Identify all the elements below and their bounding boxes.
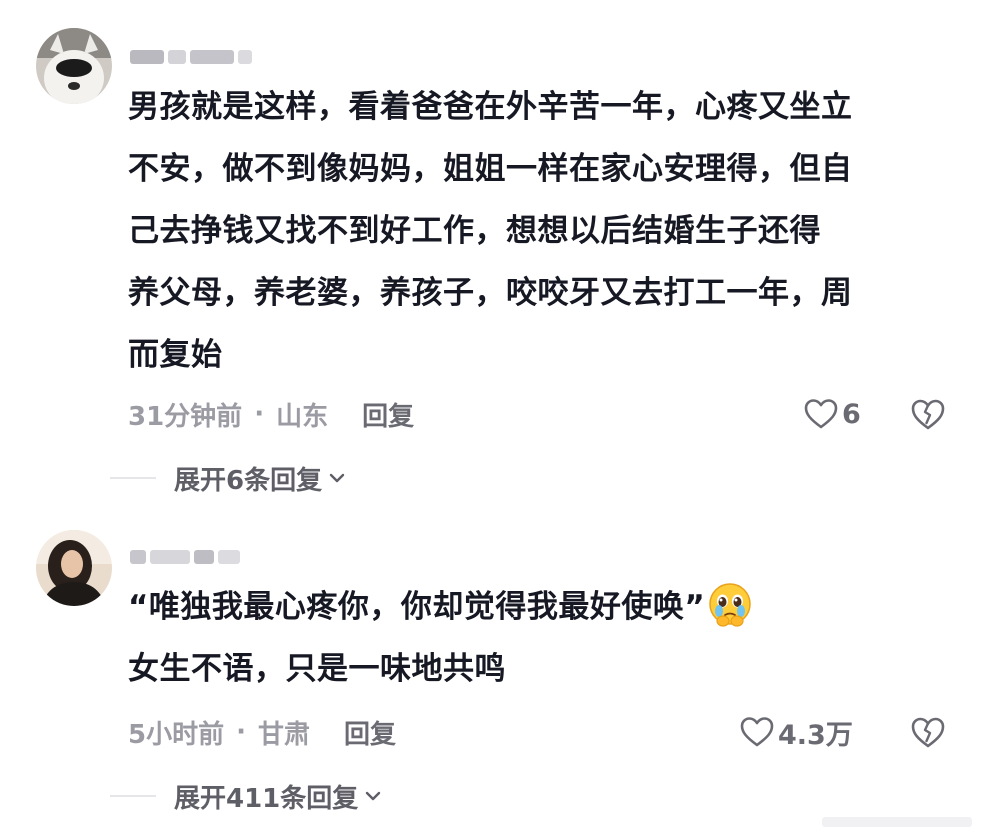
divider-line xyxy=(110,795,156,797)
reply-button[interactable]: 回复 xyxy=(362,396,414,433)
reply-button[interactable]: 回复 xyxy=(344,714,396,751)
comment-text-line: 养父母，养老婆，养孩子，咬咬牙又去打工一年，周 xyxy=(128,275,853,311)
broken-heart-icon[interactable] xyxy=(910,396,946,432)
username-redacted[interactable] xyxy=(130,544,240,570)
expand-replies-button[interactable]: 展开411条回复 xyxy=(110,776,384,816)
comment-text-line: 女生不语，只是一味地共鸣 xyxy=(128,651,506,687)
like-count: 4.3万 xyxy=(778,719,853,751)
dog-avatar-image xyxy=(36,28,112,104)
comment-location: 甘肃 xyxy=(257,719,310,750)
comment-text-line: “唯独我最心疼你，你却觉得我最好使唤” xyxy=(128,576,753,638)
watermark-logo xyxy=(822,817,972,827)
pleading-face-emoji xyxy=(709,583,751,627)
redaction-block xyxy=(238,50,252,64)
chevron-down-icon xyxy=(329,473,345,483)
like-count: 6 xyxy=(842,398,861,430)
redaction-block xyxy=(194,550,214,564)
username-redacted[interactable] xyxy=(130,44,252,70)
redaction-block xyxy=(150,550,190,564)
comment-text-line: 不安，做不到像妈妈，姐姐一样在家心安理得，但自 xyxy=(128,151,853,187)
redaction-block xyxy=(168,50,186,64)
comment-meta: 5小时前 · 甘肃 回复 xyxy=(128,712,396,752)
redaction-block xyxy=(130,550,146,564)
like-button[interactable]: 4.3万 xyxy=(740,712,853,752)
redaction-block xyxy=(190,50,234,64)
expand-replies-label: 展开6条回复 xyxy=(174,465,323,496)
broken-heart-icon[interactable] xyxy=(910,714,946,750)
avatar[interactable] xyxy=(36,530,112,606)
redaction-block xyxy=(218,550,240,564)
woman-avatar-image xyxy=(36,530,112,606)
like-button[interactable]: 6 xyxy=(804,394,861,434)
divider-line xyxy=(110,477,156,479)
expand-replies-button[interactable]: 展开6条回复 xyxy=(110,458,348,498)
comment-text: “唯独我最心疼你，你却觉得我最好使唤” 女生不语，只是一味地共鸣 xyxy=(128,576,753,700)
comment-text-line: 男孩就是这样，看着爸爸在外辛苦一年，心疼又坐立 xyxy=(128,89,853,125)
comment-time: 5小时前 xyxy=(128,719,225,750)
expand-replies-label: 展开411条回复 xyxy=(174,783,359,814)
separator-dot: · xyxy=(236,717,246,747)
comment-text-quote: “唯独我最心疼你，你却觉得我最好使唤” xyxy=(128,589,706,625)
heart-outline-icon xyxy=(740,717,774,747)
comment-list: 男孩就是这样，看着爸爸在外辛苦一年，心疼又坐立 不安，做不到像妈妈，姐姐一样在家… xyxy=(0,0,986,837)
comment-text-line: 己去挣钱又找不到好工作，想想以后结婚生子还得 xyxy=(128,213,821,249)
comment-text-line: 而复始 xyxy=(128,337,223,373)
comment-location: 山东 xyxy=(276,401,329,432)
comment-time: 31分钟前 xyxy=(128,401,243,432)
comment-meta: 31分钟前 · 山东 回复 xyxy=(128,394,414,434)
chevron-down-icon xyxy=(366,791,381,801)
comment-text: 男孩就是这样，看着爸爸在外辛苦一年，心疼又坐立 不安，做不到像妈妈，姐姐一样在家… xyxy=(128,76,853,386)
separator-dot: · xyxy=(254,399,265,429)
heart-outline-icon xyxy=(804,399,838,429)
avatar[interactable] xyxy=(36,28,112,104)
redaction-block xyxy=(130,50,164,64)
